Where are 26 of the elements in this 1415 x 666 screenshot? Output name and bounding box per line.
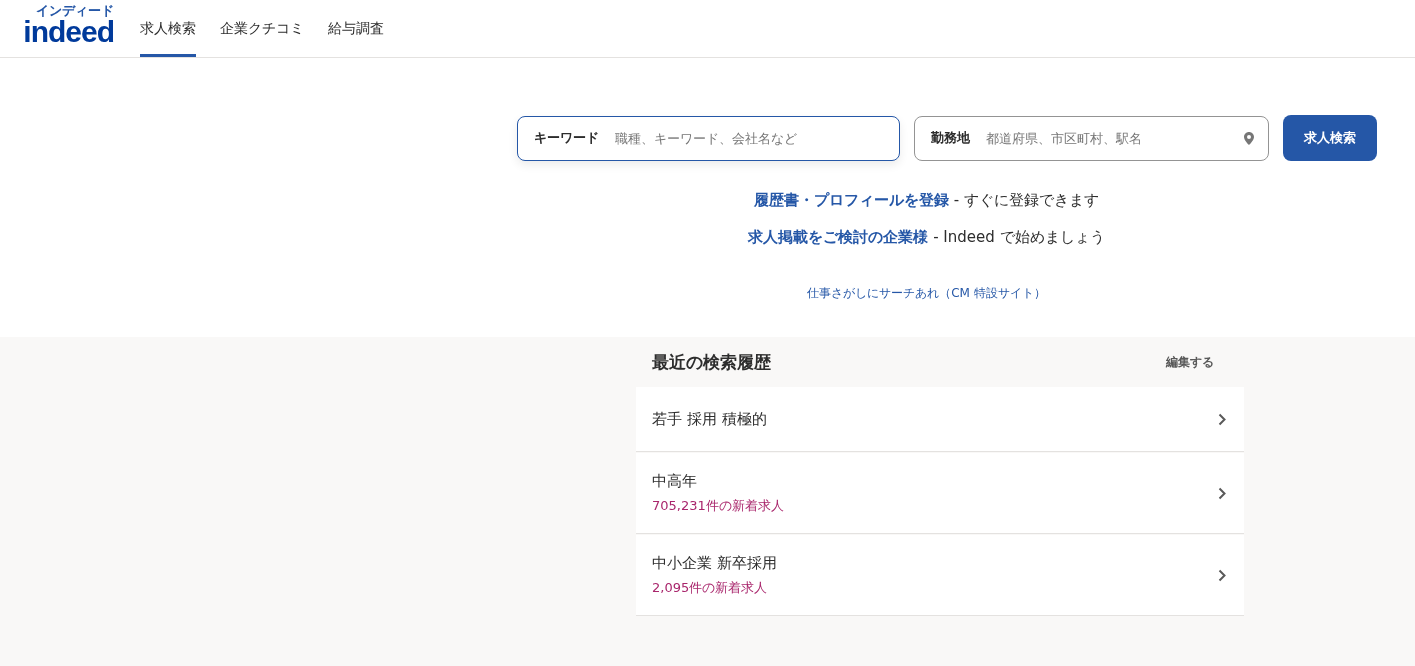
- promo-text: - すぐに登録できます: [952, 191, 1099, 209]
- history-item[interactable]: 中高年 705,231件の新着求人: [636, 453, 1244, 533]
- edit-link[interactable]: 編集する: [1166, 353, 1214, 371]
- location-pin-icon: [1243, 131, 1254, 145]
- keyword-field[interactable]: キーワード 職種、キーワード、会社名など: [516, 115, 900, 161]
- history-query: 若手 採用 積極的: [652, 409, 767, 429]
- nav-tab[interactable]: 企業クチコミ: [220, 0, 304, 57]
- history-item[interactable]: 若手 採用 積極的: [636, 387, 1244, 451]
- nav-tab[interactable]: 求人検索: [140, 0, 196, 57]
- history-query: 中高年: [652, 471, 698, 491]
- promo-text: - Indeed で始めましょう: [932, 228, 1105, 246]
- search-button[interactable]: 求人検索: [1282, 115, 1377, 161]
- promo-link[interactable]: 履歴書・プロフィールを登録: [754, 191, 949, 209]
- history-query: 中小企業 新卒採用: [652, 553, 777, 573]
- chevron-right-icon: [1218, 568, 1226, 582]
- chevron-right-icon: [1218, 486, 1226, 500]
- history-title: 最近の検索履歴: [652, 350, 771, 374]
- indeed-logo[interactable]: インディード indeed: [8, 0, 114, 57]
- nav-tab[interactable]: 給与調査: [328, 0, 384, 57]
- promo-link[interactable]: 求人掲載をご検討の企業様: [748, 228, 929, 246]
- location-field[interactable]: 勤務地 都道府県、市区町村、駅名: [913, 115, 1269, 161]
- new-jobs-count: 705,231件の新着求人: [652, 496, 784, 515]
- chevron-right-icon: [1218, 412, 1226, 426]
- cm-site-link[interactable]: 仕事さがしにサーチあれ（CM 特設サイト）: [807, 285, 1046, 302]
- history-item[interactable]: 中小企業 新卒採用 2,095件の新着求人: [636, 535, 1244, 615]
- new-jobs-count: 2,095件の新着求人: [652, 578, 769, 597]
